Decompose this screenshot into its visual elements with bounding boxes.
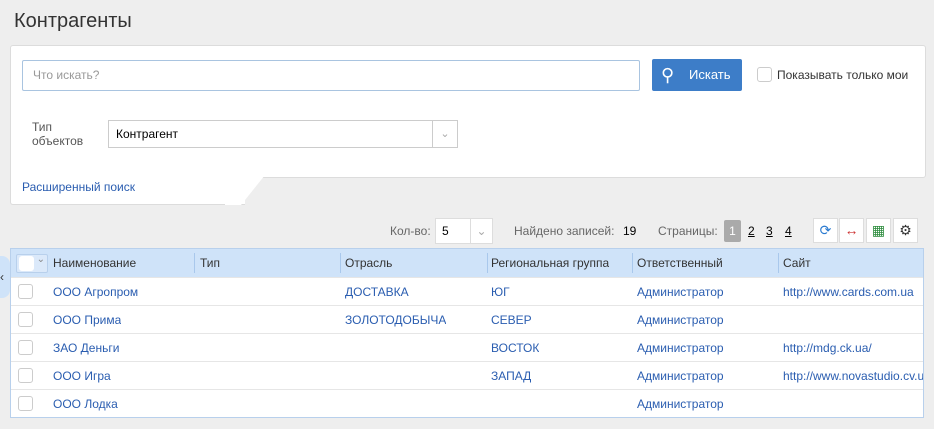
cell-region[interactable]: ЗАПАД [491,362,531,390]
search-input[interactable]: Что искать? [22,60,640,91]
search-icon: ⚲ [661,65,675,85]
type-filter-label: Тип объектов [32,120,83,148]
chevron-down-icon: ⌄ [470,219,492,243]
cell-region[interactable]: ВОСТОК [491,334,539,362]
gear-icon[interactable]: ⚙ [893,218,918,243]
column-width-icon[interactable]: ↔ [839,218,864,243]
label-line: Тип [32,120,53,134]
search-button-label: Искать [689,67,731,82]
divider [487,253,488,273]
col-region[interactable]: Региональная группа [491,249,609,277]
cell-industry[interactable]: ДОСТАВКА [345,278,409,306]
advanced-search-link[interactable]: Расширенный поиск [22,180,135,194]
page-4[interactable]: 4 [785,224,792,238]
page-3[interactable]: 3 [766,224,773,238]
row-checkbox[interactable] [18,284,33,299]
cell-owner[interactable]: Администратор [637,306,724,334]
cell-name[interactable]: ООО Игра [53,362,111,390]
divider [194,253,195,273]
cell-owner[interactable]: Администратор [637,278,724,306]
type-select[interactable]: Контрагент ⌄ [108,120,458,148]
cell-site[interactable]: http://www.novastudio.cv.ua [783,362,923,390]
divider [632,253,633,273]
label-line: объектов [32,134,84,148]
table-row: ООО Прима ЗОЛОТОДОБЫЧА СЕВЕР Администратор [11,305,923,333]
count-select[interactable]: 5 ⌄ [435,218,493,244]
found-label: Найдено записей: [514,224,615,238]
type-select-value: Контрагент [116,127,179,141]
row-checkbox[interactable] [18,368,33,383]
cell-site[interactable]: http://mdg.ck.ua/ [783,334,872,362]
col-type[interactable]: Тип [200,249,220,277]
row-checkbox[interactable] [18,312,33,327]
col-industry[interactable]: Отрасль [345,249,392,277]
cell-industry[interactable]: ЗОЛОТОДОБЫЧА [345,306,446,334]
table-row: ООО Игра ЗАПАД Администратор http://www.nov… [11,361,923,389]
cell-name[interactable]: ООО Прима [53,306,121,334]
cell-name[interactable]: ЗАО Деньги [53,334,119,362]
collapse-sidebar-handle[interactable]: ‹ [0,256,10,298]
pages-label: Страницы: [658,224,718,238]
cell-name[interactable]: ООО Агропром [53,278,138,306]
count-label: Кол-во: [390,224,431,238]
cell-region[interactable]: СЕВЕР [491,306,532,334]
chevron-down-icon: ⌄ [432,121,457,147]
chevron-down-icon: ⌄ [36,254,45,265]
col-site[interactable]: Сайт [783,249,811,277]
tab-curve [225,175,265,205]
col-owner[interactable]: Ответственный [637,249,723,277]
cell-owner[interactable]: Администратор [637,390,724,418]
found-count: 19 [623,224,637,238]
cell-site[interactable]: http://www.cards.com.ua [783,278,914,306]
page-title: Контрагенты [14,10,132,32]
divider [778,253,779,273]
col-name[interactable]: Наименование [53,249,136,277]
refresh-icon[interactable]: ⟳ [813,218,838,243]
page-2[interactable]: 2 [748,224,755,238]
divider [340,253,341,273]
cell-owner[interactable]: Администратор [637,334,724,362]
only-mine-label: Показывать только мои [777,68,909,82]
cell-region[interactable]: ЮГ [491,278,510,306]
page-1[interactable]: 1 [724,220,741,242]
table-row: ООО Агропром ДОСТАВКА ЮГ Администратор http:… [11,277,923,305]
contractors-table: ⌄ Наименование Тип Отрасль Региональная … [10,248,924,418]
count-value: 5 [442,224,449,238]
search-button[interactable]: ⚲ Искать [652,59,742,91]
only-mine-checkbox[interactable] [757,67,772,82]
row-checkbox[interactable] [18,340,33,355]
table-row: ЗАО Деньги ВОСТОК Администратор http://mdg.… [11,333,923,361]
select-all-checkbox[interactable]: ⌄ [16,254,48,273]
excel-export-icon[interactable]: ▦ [866,218,891,243]
table-header: ⌄ Наименование Тип Отрасль Региональная … [11,249,923,278]
cell-owner[interactable]: Администратор [637,362,724,390]
row-checkbox[interactable] [18,396,33,411]
cell-name[interactable]: ООО Лодка [53,390,118,418]
table-row: ООО Лодка Администратор [11,389,923,417]
